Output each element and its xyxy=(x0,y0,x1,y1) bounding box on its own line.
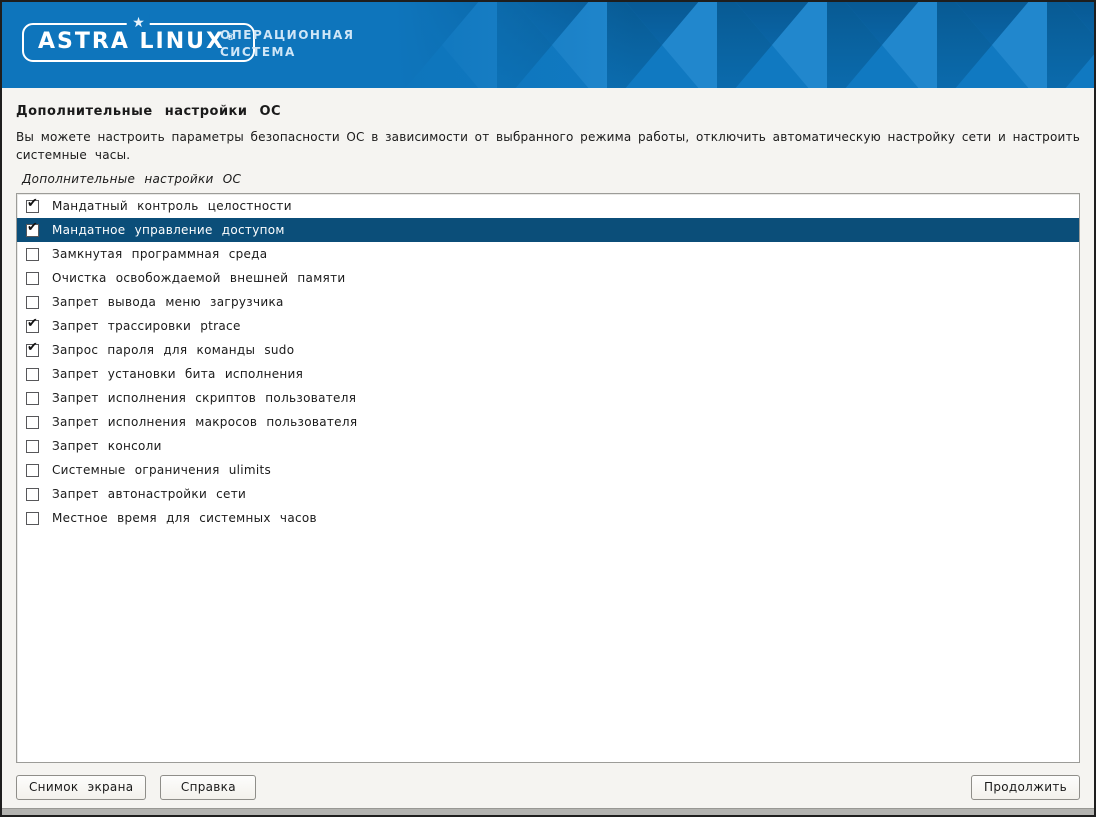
option-row[interactable]: ✔ Запрос пароля для команды sudo xyxy=(17,338,1079,362)
option-row[interactable]: ✔ Запрет вывода меню загрузчика xyxy=(17,290,1079,314)
description-line-1: Вы можете настроить параметры безопаснос… xyxy=(16,128,1080,146)
option-row[interactable]: ✔ Запрет трассировки ptrace xyxy=(17,314,1079,338)
option-label: Запрет исполнения макросов пользователя xyxy=(52,415,357,429)
option-checkbox[interactable]: ✔ xyxy=(26,368,39,381)
list-label: Дополнительные настройки ОС xyxy=(22,172,1080,186)
option-label: Системные ограничения ulimits xyxy=(52,463,271,477)
footer-bar: Снимок экрана Справка Продолжить xyxy=(2,775,1094,808)
option-checkbox[interactable]: ✔ xyxy=(26,248,39,261)
option-row[interactable]: ✔ Запрет консоли xyxy=(17,434,1079,458)
option-label: Мандатное управление доступом xyxy=(52,223,285,237)
option-checkbox[interactable]: ✔ xyxy=(26,224,39,237)
page-title: Дополнительные настройки ОС xyxy=(16,104,1080,119)
option-checkbox[interactable]: ✔ xyxy=(26,488,39,501)
option-checkbox[interactable]: ✔ xyxy=(26,440,39,453)
bottom-strip xyxy=(2,808,1094,815)
option-row[interactable]: ✔ Запрет исполнения скриптов пользовател… xyxy=(17,386,1079,410)
option-label: Запрет установки бита исполнения xyxy=(52,367,303,381)
option-label: Запрет трассировки ptrace xyxy=(52,319,241,333)
option-row[interactable]: ✔ Местное время для системных часов xyxy=(17,506,1079,530)
option-row[interactable]: ✔ Запрет установки бита исполнения xyxy=(17,362,1079,386)
option-checkbox[interactable]: ✔ xyxy=(26,296,39,309)
option-checkbox[interactable]: ✔ xyxy=(26,416,39,429)
option-label: Запрет вывода меню загрузчика xyxy=(52,295,284,309)
header-banner: ★ ASTRA LINUX® ОПЕРАЦИОННАЯ СИСТЕМА xyxy=(2,2,1094,88)
checkmark-icon: ✔ xyxy=(27,341,38,354)
option-checkbox[interactable]: ✔ xyxy=(26,320,39,333)
option-checkbox[interactable]: ✔ xyxy=(26,200,39,213)
option-label: Замкнутая программная среда xyxy=(52,247,267,261)
screenshot-button[interactable]: Снимок экрана xyxy=(16,775,146,800)
option-label: Запрет консоли xyxy=(52,439,162,453)
option-row[interactable]: ✔ Мандатный контроль целостности xyxy=(17,194,1079,218)
option-label: Мандатный контроль целостности xyxy=(52,199,292,213)
description-line-2: системные часы. xyxy=(16,146,1080,164)
option-label: Запрет исполнения скриптов пользователя xyxy=(52,391,356,405)
option-checkbox[interactable]: ✔ xyxy=(26,512,39,525)
main-content: Дополнительные настройки ОС Вы можете на… xyxy=(2,88,1094,775)
option-row[interactable]: ✔ Очистка освобождаемой внешней памяти xyxy=(17,266,1079,290)
option-checkbox[interactable]: ✔ xyxy=(26,464,39,477)
os-subtitle: ОПЕРАЦИОННАЯ СИСТЕМА xyxy=(220,27,355,61)
option-label: Запрет автонастройки сети xyxy=(52,487,246,501)
option-row[interactable]: ✔ Мандатное управление доступом xyxy=(17,218,1079,242)
option-label: Очистка освобождаемой внешней памяти xyxy=(52,271,345,285)
logo-text: ASTRA LINUX® xyxy=(38,29,237,54)
option-checkbox[interactable]: ✔ xyxy=(26,344,39,357)
installer-window: ★ ASTRA LINUX® ОПЕРАЦИОННАЯ СИСТЕМА Допо… xyxy=(0,0,1096,817)
help-button[interactable]: Справка xyxy=(160,775,256,800)
checkmark-icon: ✔ xyxy=(27,317,38,330)
checkmark-icon: ✔ xyxy=(27,197,38,210)
options-list: ✔ Мандатный контроль целостности ✔ Манда… xyxy=(16,193,1080,763)
option-row[interactable]: ✔ Запрет исполнения макросов пользовател… xyxy=(17,410,1079,434)
option-row[interactable]: ✔ Замкнутая программная среда xyxy=(17,242,1079,266)
option-checkbox[interactable]: ✔ xyxy=(26,272,39,285)
option-row[interactable]: ✔ Системные ограничения ulimits xyxy=(17,458,1079,482)
option-row[interactable]: ✔ Запрет автонастройки сети xyxy=(17,482,1079,506)
option-label: Местное время для системных часов xyxy=(52,511,317,525)
star-icon: ★ xyxy=(127,14,150,32)
option-checkbox[interactable]: ✔ xyxy=(26,392,39,405)
checkmark-icon: ✔ xyxy=(27,221,38,234)
option-label: Запрос пароля для команды sudo xyxy=(52,343,294,357)
continue-button[interactable]: Продолжить xyxy=(971,775,1080,800)
